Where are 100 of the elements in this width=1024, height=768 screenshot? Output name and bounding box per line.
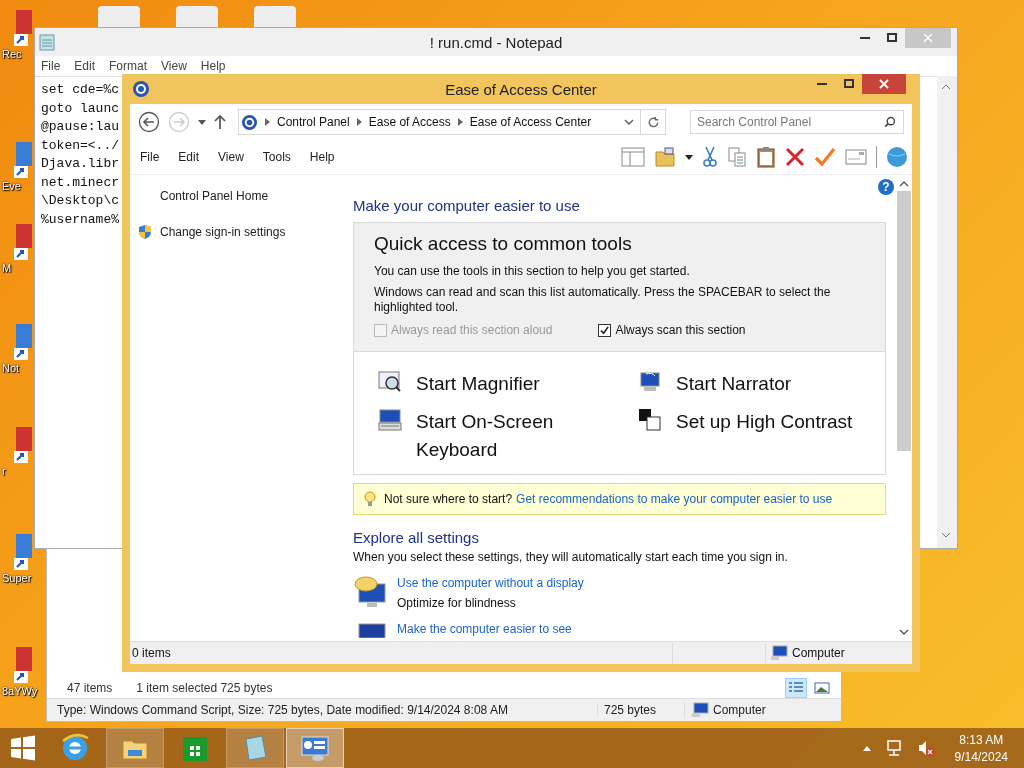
keyboard-icon [378,408,402,432]
recommendations-link[interactable]: Get recommendations to make your computer easier to use [516,492,833,506]
minimize-icon [816,83,827,85]
text-line: goto launc [41,99,119,118]
breadcrumb-item[interactable]: Control Panel [277,115,350,129]
browser-icon [60,733,90,763]
magnifier-icon [378,370,402,394]
network-icon[interactable] [884,739,903,757]
file-size: 725 bytes [597,703,684,717]
recent-pages-caret-icon[interactable] [198,119,206,125]
minimize-icon [859,37,870,39]
scroll-down-icon[interactable] [941,532,951,538]
narrator-icon [638,370,662,394]
clock[interactable]: 8:13 AM 9/14/2024 [948,732,1014,764]
page-heading: Make your computer easier to use [353,197,581,214]
chevron-icon[interactable] [356,118,362,126]
address-bar[interactable]: Control Panel Ease of Access Ease of Access Center [238,109,641,135]
checkbox-label: Always read this section aloud [391,323,553,337]
menu-item[interactable]: View [218,150,244,164]
setting-link[interactable]: Make the computer easier to see [397,622,572,636]
breadcrumb-item[interactable]: Ease of Access [368,115,451,129]
menu-item[interactable]: Help [309,150,335,164]
menu-item[interactable]: Format [109,59,148,73]
search-field[interactable]: Search Control Panel [690,110,904,134]
tool-link[interactable]: Start On-Screen Keyboard [416,408,606,464]
window-title: ! run.cmd - Notepad [429,33,563,51]
clipboard-icon[interactable] [756,146,776,168]
clock-time: 8:13 AM [959,732,1004,747]
setting-description: Optimize for blindness [397,596,517,610]
shortcut-icon[interactable] [12,322,32,362]
menu-item[interactable]: File [140,150,160,164]
zone-label: Computer [792,646,845,660]
text-line: Djava.libr [41,155,119,173]
icon-label: Super [2,572,32,584]
breadcrumb-item[interactable]: Ease of Access Center [469,115,592,129]
checkmark-icon[interactable] [814,147,836,167]
tool-link[interactable]: Set up High Contrast [676,408,866,436]
menu-item[interactable]: Edit [74,59,96,73]
refresh-button[interactable] [640,109,666,135]
close-button[interactable] [862,74,906,94]
icon-label: Eve [2,180,21,192]
control-panel-icon [241,113,258,131]
caret-icon[interactable] [685,154,693,160]
shortcut-icon[interactable] [12,425,32,465]
text-line: token=<../ [41,136,119,155]
layout-icon[interactable] [621,146,645,168]
window-title: Ease of Access Center [445,80,597,98]
computer-icon [691,702,709,718]
shortcut-icon[interactable] [12,532,32,572]
show-hidden-icons-icon[interactable] [862,745,871,751]
menu-item[interactable]: View [161,59,187,73]
menu-item[interactable]: Edit [178,150,200,164]
icon-label: Not [2,362,20,374]
setting-link[interactable]: Use the computer without a display [397,576,584,590]
globe-icon[interactable] [886,146,908,168]
taskbar-app-button[interactable] [106,728,164,768]
dropdown-icon[interactable] [624,119,634,125]
control-panel-icon [132,80,150,98]
scroll-up-icon[interactable] [941,84,951,90]
section-description: When you select these settings, they will automatically start each time you sign in. [353,550,789,564]
tip-text: Not sure where to start? [384,492,513,506]
maximize-icon [843,79,854,89]
sidebar-link[interactable]: Change sign-in settings [160,225,286,239]
back-button[interactable] [138,111,160,133]
item-count: 47 items [67,681,113,695]
scroll-up-icon[interactable] [899,181,909,187]
copy-icon[interactable] [727,146,747,168]
scissors-icon[interactable] [702,146,718,168]
scroll-down-icon[interactable] [899,629,909,635]
checkbox-label: Always scan this section [615,323,746,337]
maximize-icon [886,33,897,43]
section-description: Windows can read and scan this list automatically. Press the SPACEBAR to select the highlighted tool. [374,285,832,315]
up-arrow-icon[interactable] [214,114,226,130]
text-line: set cde=%c [41,81,119,99]
folder-icon[interactable] [654,146,676,168]
checkbox[interactable] [598,323,612,337]
lightbulb-icon [364,491,376,507]
shortcut-icon[interactable] [12,645,32,685]
menu-item[interactable]: File [41,59,61,73]
menu-item[interactable]: Help [200,59,226,73]
help-icon[interactable]: ? [878,179,894,195]
tool-link[interactable]: Start Narrator [676,370,866,398]
text-line: %username% [41,210,119,229]
details-view-button[interactable] [785,678,807,698]
chevron-icon[interactable] [265,118,270,126]
search-icon[interactable] [884,116,896,128]
tool-link[interactable]: Start Magnifier [416,370,606,398]
chevron-icon[interactable] [457,118,463,126]
clock-date: 9/14/2024 [954,749,1008,764]
icon-label: Rec [2,48,22,60]
shortcut-icon[interactable] [12,8,32,48]
sidebar-link[interactable]: Control Panel Home [160,189,269,203]
shortcut-icon[interactable] [12,222,32,262]
menu-item[interactable]: Tools [262,150,291,164]
taskbar-app-button[interactable] [286,728,344,768]
delete-icon[interactable] [785,147,805,167]
start-button[interactable] [10,735,36,761]
shortcut-icon[interactable] [12,140,32,180]
scrollbar-thumb[interactable] [897,191,911,451]
muted-speaker-icon[interactable] [916,739,935,757]
